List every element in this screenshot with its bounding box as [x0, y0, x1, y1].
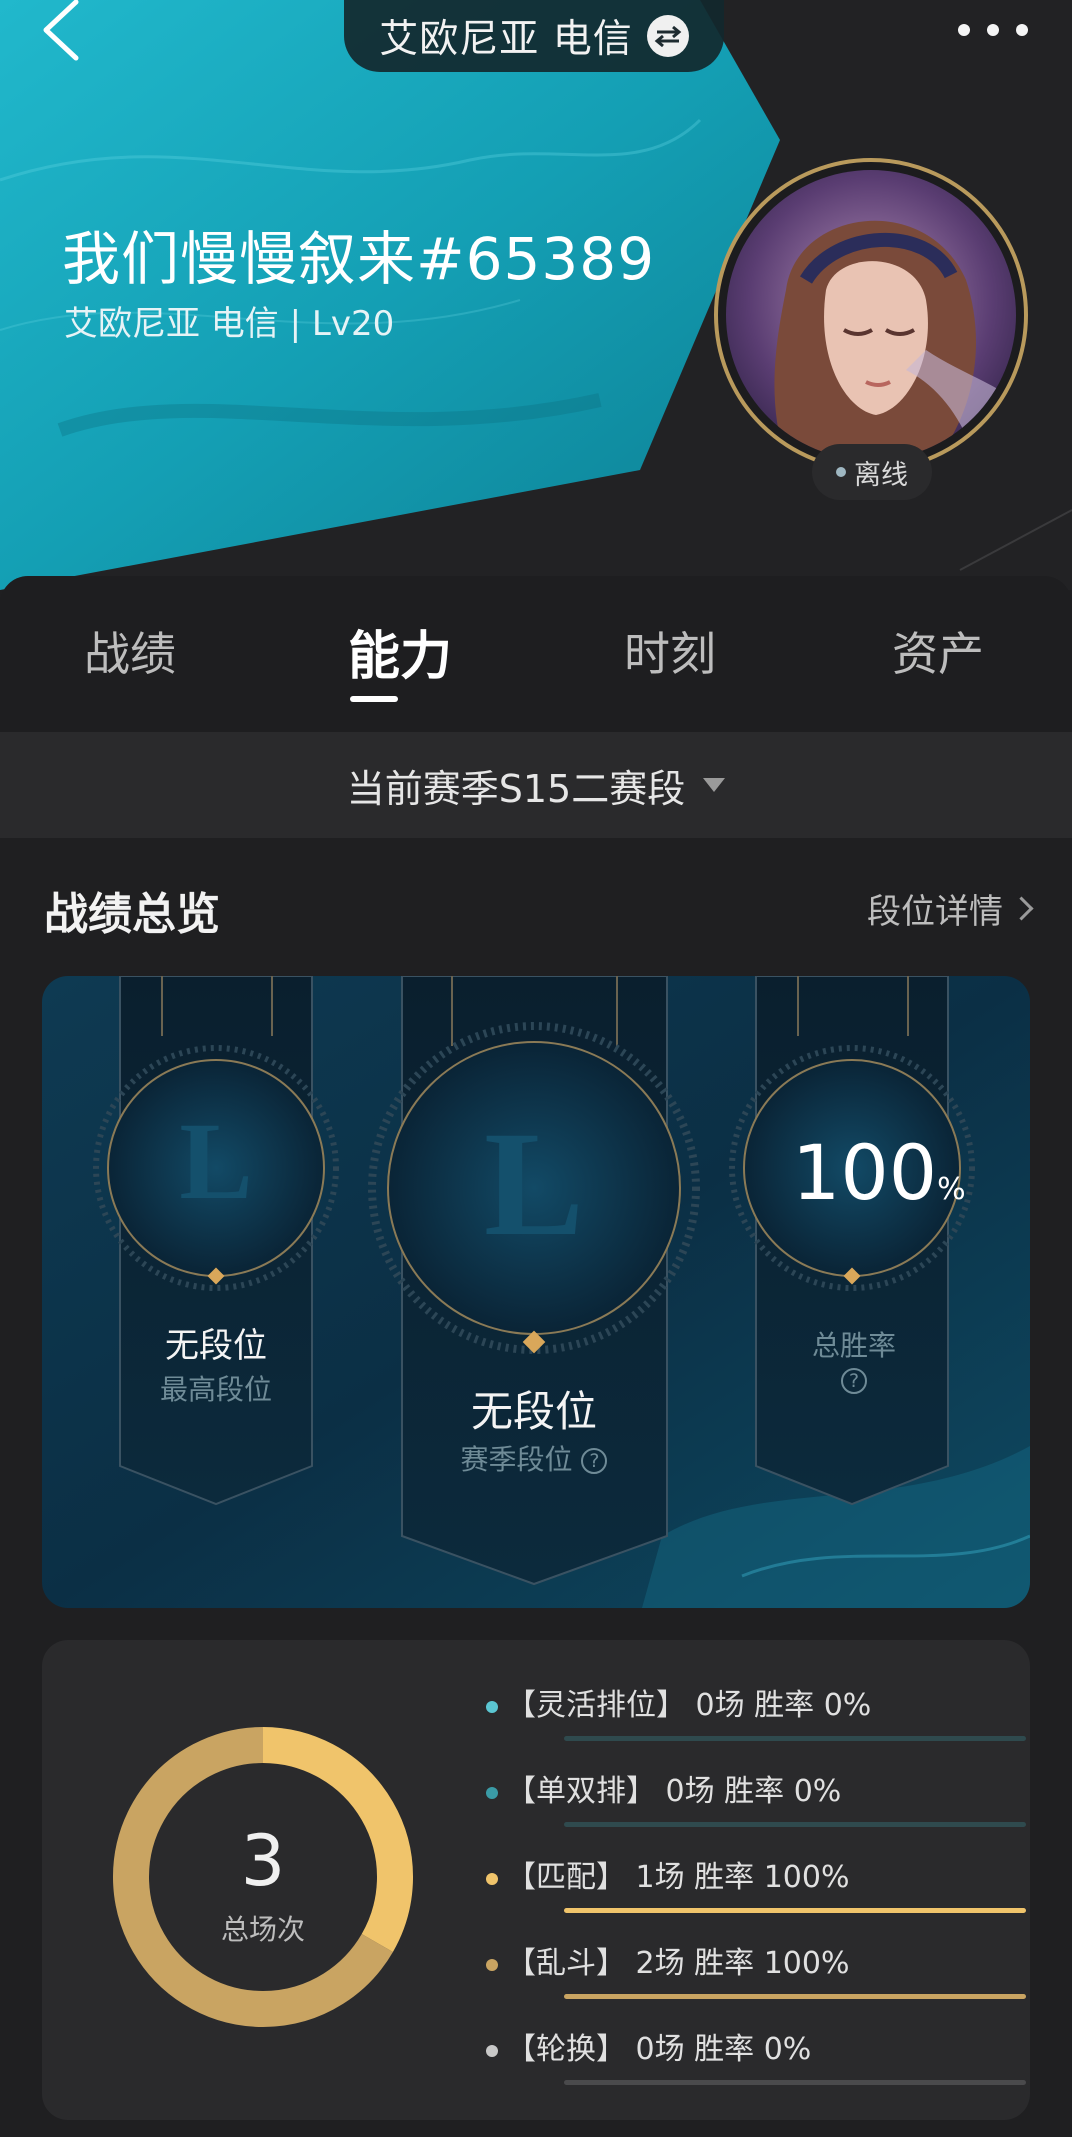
- mode-color-dot: [486, 1873, 498, 1885]
- game-mode-row: 【匹配】 1场 胜率 100%: [486, 1852, 1026, 1922]
- online-status-badge: 离线: [812, 444, 932, 500]
- win-rate-number: 100: [792, 1128, 938, 1217]
- game-mode-row: 【单双排】 0场 胜率 0%: [486, 1766, 1026, 1836]
- win-rate-unit: %: [937, 1172, 966, 1207]
- season-selector[interactable]: 当前赛季S15二赛段: [0, 732, 1072, 838]
- mode-color-dot: [486, 1787, 498, 1799]
- back-button[interactable]: [36, 0, 96, 64]
- overview-title: 战绩总览: [44, 889, 220, 940]
- mode-progress-bar: [564, 1822, 1026, 1827]
- mode-progress-bar: [564, 1994, 1026, 1999]
- rank-detail-link[interactable]: 段位详情: [867, 884, 1034, 933]
- chevron-right-icon: [1009, 896, 1034, 921]
- game-mode-row: 【灵活排位】 0场 胜率 0%: [486, 1680, 1026, 1750]
- win-rate-label: 总胜率: [811, 1329, 896, 1362]
- rank-card-background: L L: [42, 976, 1030, 1608]
- mode-color-dot: [486, 2045, 498, 2057]
- highest-rank-label: 最高段位: [159, 1373, 272, 1406]
- avatar[interactable]: [714, 158, 1028, 472]
- active-tab-indicator: [350, 696, 398, 702]
- mode-stats-text: 【乱斗】 2场 胜率 100%: [506, 1946, 850, 1981]
- mode-color-dot: [486, 1701, 498, 1713]
- caret-down-icon: [703, 778, 726, 792]
- help-icon[interactable]: ?: [581, 1448, 608, 1474]
- mode-progress-bar: [564, 1908, 1026, 1913]
- season-rank-label-row: 赛季段位 ?: [404, 1438, 664, 1478]
- player-server-level: 艾欧尼亚 电信 | Lv20: [64, 304, 395, 344]
- status-text: 离线: [854, 459, 908, 491]
- total-games-label: 总场次: [220, 1913, 305, 1946]
- server-switch-button[interactable]: 艾欧尼亚 电信: [344, 0, 724, 72]
- status-dot-icon: [836, 467, 846, 477]
- game-stats-card: 3 总场次 【灵活排位】 0场 胜率 0% 【单双排】 0场 胜率 0% 【匹配】 …: [42, 1640, 1030, 2120]
- mode-stats-text: 【匹配】 1场 胜率 100%: [506, 1860, 850, 1895]
- profile-tabs: 战绩 能力 时刻 资产: [0, 576, 1072, 732]
- mode-progress-bar: [564, 2080, 1026, 2085]
- tab-moments[interactable]: 时刻: [624, 618, 716, 684]
- game-mode-row: 【轮换】 0场 胜率 0%: [486, 2024, 1026, 2094]
- more-icon[interactable]: [958, 14, 1028, 46]
- rank-detail-label: 段位详情: [867, 892, 1003, 932]
- help-icon[interactable]: ?: [841, 1368, 867, 1394]
- back-arrow-icon: [43, 0, 79, 61]
- tab-ability[interactable]: 能力: [348, 614, 452, 689]
- highest-rank-value: 无段位: [165, 1326, 267, 1366]
- tab-record[interactable]: 战绩: [84, 618, 176, 684]
- season-rank-label: 赛季段位: [460, 1443, 573, 1476]
- mode-color-dot: [486, 1959, 498, 1971]
- mode-stats-text: 【灵活排位】 0场 胜率 0%: [506, 1688, 872, 1723]
- season-rank-value: 无段位: [470, 1387, 597, 1436]
- avatar-image: [726, 170, 1016, 460]
- tab-assets[interactable]: 资产: [892, 618, 984, 684]
- game-mode-row: 【乱斗】 2场 胜率 100%: [486, 1938, 1026, 2008]
- rank-overview-card: L L 无段位 最高段位 无段位 赛季段位 ? 100% 总胜率 ?: [42, 976, 1030, 1608]
- svg-text:L: L: [179, 1100, 252, 1222]
- mode-progress-bar: [564, 1736, 1026, 1741]
- swap-icon: [646, 15, 689, 57]
- season-selector-label: 当前赛季S15二赛段: [346, 766, 686, 811]
- svg-text:L: L: [484, 1101, 584, 1267]
- player-name: 我们慢慢叙来#65389: [62, 225, 656, 293]
- mode-stats-text: 【轮换】 0场 胜率 0%: [506, 2032, 812, 2067]
- win-rate-help: ?: [754, 1368, 954, 1394]
- win-rate-value: 100%: [792, 1128, 966, 1217]
- mode-stats-text: 【单双排】 0场 胜率 0%: [506, 1774, 842, 1809]
- server-name: 艾欧尼亚 电信: [379, 17, 633, 62]
- total-games-count: 3: [240, 1820, 286, 1902]
- profile-header: 艾欧尼亚 电信 我们慢慢叙来#65389 艾欧尼亚 电信 | Lv20 离线: [0, 0, 1072, 590]
